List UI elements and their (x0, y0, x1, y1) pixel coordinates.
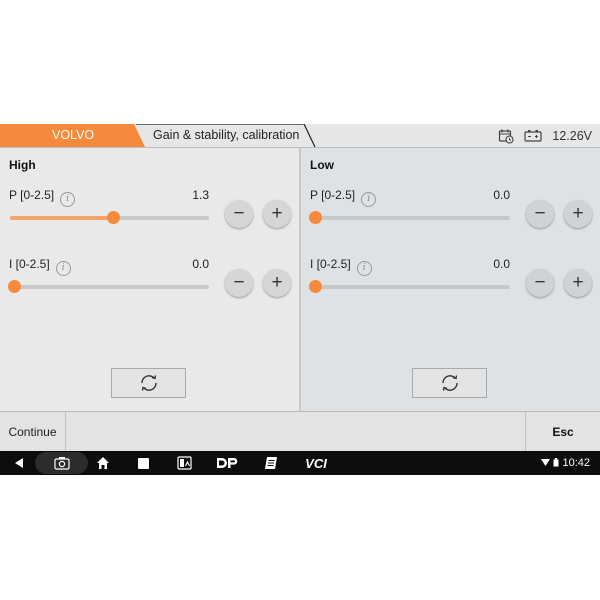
info-icon[interactable]: i (60, 192, 76, 207)
slider-track (311, 216, 510, 220)
panel-title: Low (310, 158, 334, 172)
vci-icon[interactable]: VCI (303, 451, 329, 475)
brand-tab-label: VOLVO (52, 128, 95, 142)
slider-track (311, 285, 510, 289)
recent-apps-icon[interactable] (134, 451, 152, 475)
refresh-icon (141, 375, 157, 391)
slider-thumb[interactable] (107, 211, 121, 224)
battery-icon (524, 129, 542, 143)
high-panel: High P [0-2.5] i 1.3 − + I [0-2.5] i 0.0 −… (0, 148, 299, 411)
header-status: 12.26V (498, 124, 592, 147)
slider-track (10, 285, 209, 289)
param-value: 0.0 (493, 188, 510, 202)
wifi-icon (541, 459, 551, 466)
brand-tab[interactable]: VOLVO (0, 124, 145, 147)
param-label: P [0-2.5] i (9, 188, 76, 207)
param-value: 0.0 (493, 257, 510, 271)
page-tab-label: Gain & stability, calibration (153, 128, 300, 142)
notes-icon[interactable] (262, 451, 280, 475)
voltage-readout: 12.26V (552, 128, 592, 143)
system-nav-bar: VCI 10:42 (0, 451, 600, 475)
param-high-i: I [0-2.5] i 0.0 − + (0, 257, 299, 317)
slider-thumb[interactable] (309, 280, 322, 293)
camera-icon[interactable] (52, 451, 72, 475)
param-slider[interactable] (309, 211, 510, 225)
slider-thumb[interactable] (8, 280, 21, 293)
info-icon[interactable]: i (356, 261, 372, 276)
continue-button[interactable]: Continue (0, 412, 66, 451)
info-icon[interactable]: i (361, 192, 377, 207)
slider-fill (10, 216, 114, 220)
param-low-p: P [0-2.5] i 0.0 − + (301, 188, 600, 248)
header-bar: VOLVO Gain & stability, calibration 12.2… (0, 124, 600, 148)
vci-label: VCI (305, 455, 327, 471)
param-label: I [0-2.5] i (310, 257, 372, 276)
param-low-i: I [0-2.5] i 0.0 − + (301, 257, 600, 317)
gallery-icon[interactable] (175, 451, 193, 475)
low-panel: Low P [0-2.5] i 0.0 − + I [0-2.5] i 0.0 − … (301, 148, 600, 411)
param-value: 0.0 (192, 257, 209, 271)
back-icon[interactable] (10, 451, 28, 475)
bottom-action-bar: Continue Esc (0, 411, 600, 451)
increase-button[interactable]: + (263, 200, 291, 228)
param-slider[interactable] (309, 280, 510, 294)
dp-icon[interactable] (214, 451, 240, 475)
info-icon[interactable]: i (55, 261, 71, 276)
increase-button[interactable]: + (564, 269, 592, 297)
calendar-clock-icon[interactable] (498, 128, 514, 144)
app-screen: VOLVO Gain & stability, calibration 12.2… (0, 124, 600, 475)
param-label: I [0-2.5] i (9, 257, 71, 276)
param-label: P [0-2.5] i (310, 188, 377, 207)
reset-button[interactable] (111, 368, 186, 398)
panel-title: High (9, 158, 36, 172)
reset-button[interactable] (412, 368, 487, 398)
decrease-button[interactable]: − (225, 269, 253, 297)
increase-button[interactable]: + (263, 269, 291, 297)
system-status: 10:42 (541, 451, 590, 475)
page-tab[interactable]: Gain & stability, calibration (136, 124, 316, 147)
decrease-button[interactable]: − (526, 200, 554, 228)
battery-icon (553, 458, 559, 467)
param-value: 1.3 (192, 188, 209, 202)
refresh-icon (442, 375, 458, 391)
home-icon[interactable] (94, 451, 112, 475)
param-slider[interactable] (8, 280, 209, 294)
increase-button[interactable]: + (564, 200, 592, 228)
decrease-button[interactable]: − (526, 269, 554, 297)
clock-readout: 10:42 (562, 457, 590, 469)
esc-button[interactable]: Esc (525, 412, 600, 451)
decrease-button[interactable]: − (225, 200, 253, 228)
slider-thumb[interactable] (309, 211, 322, 224)
param-high-p: P [0-2.5] i 1.3 − + (0, 188, 299, 248)
param-slider[interactable] (10, 211, 209, 225)
